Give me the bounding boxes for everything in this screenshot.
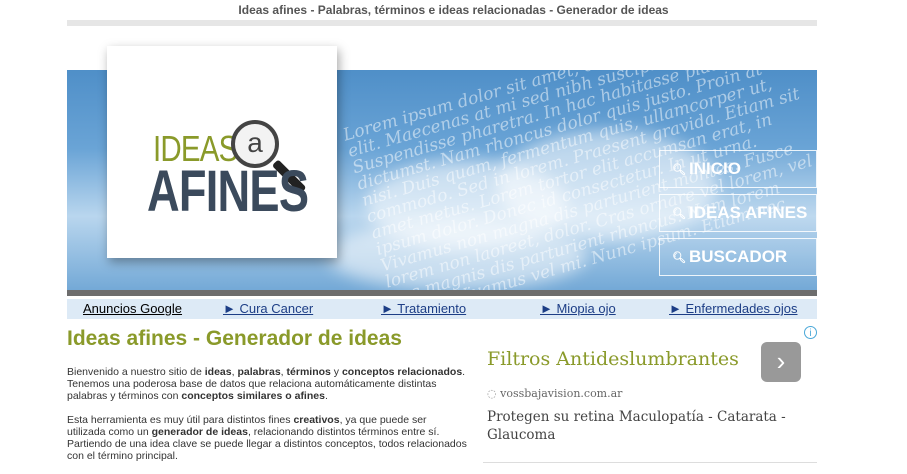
banner-bottom-bar (67, 290, 817, 296)
ad-unit[interactable]: Filtros Antideslumbrantes › ◌ vossbajavi… (483, 326, 817, 469)
ad-link-enfermedades-ojos[interactable]: ► Enfermedades ojos (669, 301, 798, 316)
ad-link-miopia-ojo[interactable]: ► Miopia ojo (540, 301, 616, 316)
search-icon: 🔍︎ (672, 163, 686, 176)
intro-paragraph-2: Esta herramienta es muy útil para distin… (67, 414, 467, 462)
ad-links-bar: Anuncios Google ► Cura Cancer ► Tratamie… (67, 299, 817, 319)
nav-ideas-afines-button[interactable]: 🔍︎ IDEAS AFINES (659, 194, 817, 232)
site-logo[interactable]: IDEAS a AFINES (107, 46, 337, 258)
page-title: Ideas afines - Palabras, términos e idea… (238, 3, 669, 17)
logo-letter: a (247, 127, 263, 158)
ad-link-cura-cancer[interactable]: ► Cura Cancer (223, 301, 313, 316)
ad-info-icon[interactable]: i (804, 326, 817, 339)
ad-title[interactable]: Filtros Antideslumbrantes (487, 348, 739, 370)
logo-afines-text: AFINES (147, 159, 309, 224)
ad-link-tratamiento[interactable]: ► Tratamiento (381, 301, 466, 316)
nav-label: BUSCADOR (688, 247, 788, 266)
ad-arrow-button[interactable]: › (761, 342, 801, 382)
main-heading: Ideas afines - Generador de ideas (67, 327, 402, 350)
globe-icon: ◌ (487, 387, 497, 400)
ad-domain[interactable]: ◌ vossbajavision.com.ar (487, 387, 622, 400)
search-icon: 🔍︎ (672, 251, 686, 264)
intro-text: Bienvenido a nuestro sitio de ideas, pal… (67, 366, 467, 474)
ad-description[interactable]: Protegen su retina Maculopatía - Catarat… (487, 408, 807, 444)
intro-paragraph-1: Bienvenido a nuestro sitio de ideas, pal… (67, 366, 466, 402)
top-divider (67, 20, 817, 26)
nav-inicio-button[interactable]: 🔍︎ INICIO (659, 150, 817, 188)
ad-links-label[interactable]: Anuncios Google (83, 301, 182, 316)
nav-label: INICIO (688, 159, 741, 178)
ad-divider (483, 462, 817, 463)
search-icon: 🔍︎ (672, 207, 686, 220)
nav-label: IDEAS AFINES (688, 203, 808, 222)
nav-buscador-button[interactable]: 🔍︎ BUSCADOR (659, 238, 817, 276)
